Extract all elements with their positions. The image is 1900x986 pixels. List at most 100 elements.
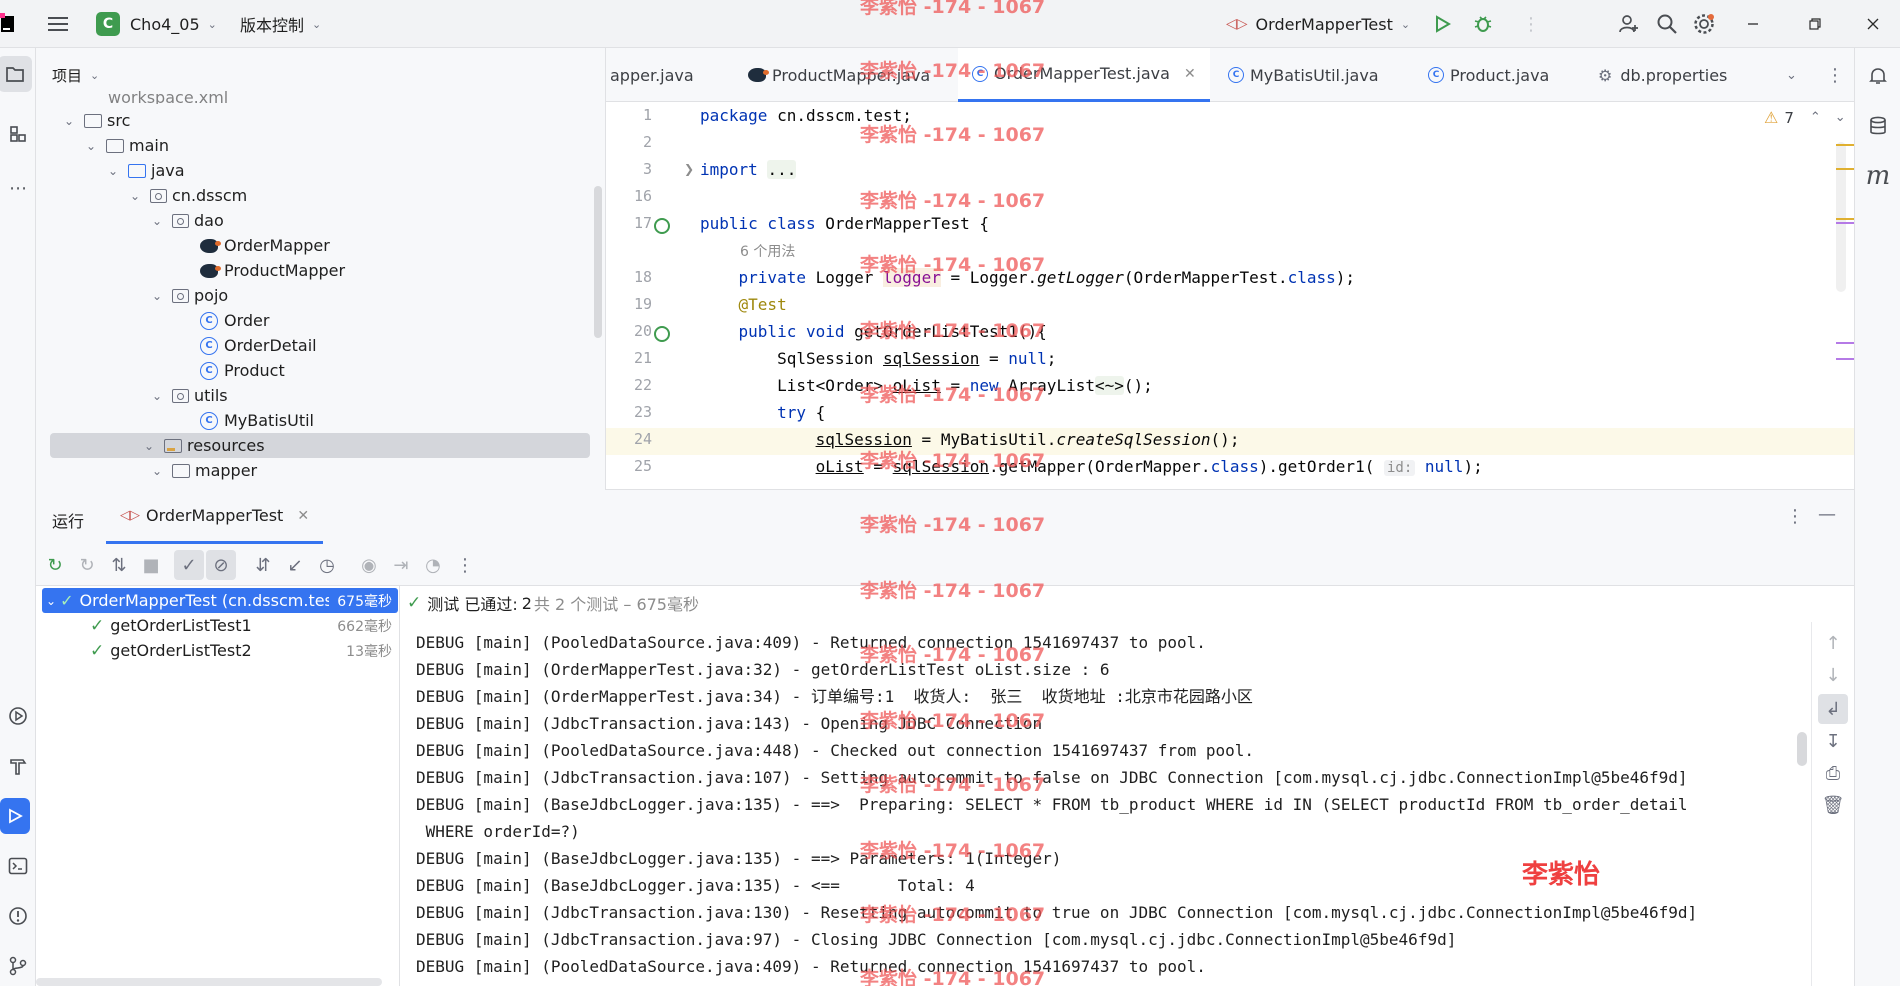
project-tool-icon[interactable] [0, 56, 32, 92]
problems-tool-icon[interactable] [0, 898, 36, 934]
scroll-to-end-icon[interactable]: ↧ [1818, 726, 1848, 756]
run-toolbar: ↻ ↻ ⇅ ■ ✓ ⊘ ⇵ ↙ ◷ ◉ ⇥ ◔ ⋮ [36, 544, 1854, 586]
run-button[interactable] [1432, 0, 1452, 48]
console-panel[interactable]: ✓ 测试 已通过: 2 共 2 个测试 – 675毫秒 DEBUG [main]… [401, 586, 1854, 986]
class-icon: C [200, 361, 218, 380]
tree-item-pojo[interactable]: ⌄ pojo [150, 283, 228, 308]
main-menu-icon[interactable] [46, 0, 70, 48]
tree-item-workspace[interactable]: workspace.xml [108, 90, 228, 104]
hide-panel-icon[interactable]: — [1818, 504, 1836, 525]
structure-tool-icon[interactable] [0, 116, 36, 152]
services-tool-icon[interactable] [0, 698, 36, 734]
run-panel-title: 运行 [52, 512, 85, 531]
minimize-icon[interactable] [1746, 0, 1760, 48]
git-tool-icon[interactable] [0, 948, 36, 984]
chevron-up-icon[interactable]: ⌃ [1810, 110, 1821, 125]
close-icon[interactable] [1866, 0, 1880, 48]
import-tests-icon[interactable]: ⇥ [386, 550, 416, 580]
history-clock-icon[interactable]: ◷ [312, 550, 342, 580]
status-count: 2 [521, 593, 532, 613]
tab-ordermappertest-java[interactable]: C OrderMapperTest.java ✕ [958, 48, 1210, 102]
show-ignored-icon[interactable]: ⊘ [206, 550, 236, 580]
code-line-3: import ... [700, 160, 797, 179]
chevron-down-icon[interactable]: ⌄ [1835, 110, 1846, 125]
show-passed-icon[interactable]: ✓ [174, 550, 204, 580]
run-tool-icon[interactable] [0, 798, 30, 834]
tree-item-resources[interactable]: ⌄ resources [50, 433, 590, 458]
restore-icon[interactable] [1808, 0, 1822, 48]
tree-item-main[interactable]: ⌄ main [84, 133, 169, 158]
arrow-up-icon[interactable]: ↑ [1818, 628, 1848, 658]
database-tool-icon[interactable] [1860, 108, 1896, 144]
arrow-down-icon[interactable]: ↓ [1818, 660, 1848, 690]
toggle-auto-test-icon[interactable]: ⇅ [104, 550, 134, 580]
tree-item-label: pojo [194, 286, 229, 305]
toolbar-more-icon[interactable]: ⋮ [450, 550, 480, 580]
print-icon[interactable]: ⎙ [1818, 758, 1848, 788]
inspection-widget[interactable]: ⚠ 7 ⌃ ⌄ [1764, 108, 1846, 127]
tree-item-orderdetail[interactable]: C OrderDetail [194, 333, 317, 358]
console-scrollbar[interactable] [1797, 732, 1807, 766]
tree-item-mapper-folder[interactable]: ⌄ mapper [150, 458, 257, 483]
fold-chevron-icon[interactable]: ❯ [684, 162, 694, 176]
tree-item-productmapper[interactable]: ProductMapper [194, 258, 345, 283]
rerun-failed-icon[interactable]: ↻ [72, 550, 102, 580]
run-panel-more-icon[interactable]: ⋮ [1786, 506, 1804, 527]
camera-icon[interactable]: ◉ [354, 550, 384, 580]
tree-item-cn-dsscm[interactable]: ⌄ cn.dsscm [128, 183, 247, 208]
close-tab-icon[interactable]: ✕ [297, 508, 309, 524]
add-user-icon[interactable] [1618, 0, 1640, 48]
tree-item-label: Product [224, 361, 285, 380]
code-editor[interactable]: 1 2 3 16 17 18 19 20 21 22 23 24 25 ❯ pa… [606, 102, 1854, 490]
stop-icon[interactable]: ■ [136, 550, 166, 580]
tab-db-properties[interactable]: ⚙ db.properties [1598, 48, 1727, 102]
test-row-suite[interactable]: ⌄ ✓ OrderMapperTest (cn.dsscm.tes 675毫秒 [42, 588, 398, 613]
tabs-dropdown-icon[interactable]: ⌄ [1786, 48, 1797, 102]
tab-run-config[interactable]: ◁▷ OrderMapperTest ✕ [106, 490, 324, 544]
tree-item-dao[interactable]: ⌄ dao [150, 208, 224, 233]
close-tab-icon[interactable]: ✕ [1184, 66, 1196, 82]
tree-item-java[interactable]: ⌄ java [106, 158, 185, 183]
tree-item-label: OrderMapper [224, 236, 330, 255]
editor-scrollbar[interactable] [1836, 142, 1846, 292]
build-hammer-icon[interactable] [0, 748, 36, 784]
project-selector[interactable]: C Cho4_05 ⌄ [96, 0, 217, 48]
tab-product-java[interactable]: C Product.java [1422, 48, 1549, 102]
run-test-gutter-icon[interactable] [654, 326, 670, 342]
sort-by-duration-icon[interactable]: ↙ [280, 550, 310, 580]
run-config-selector[interactable]: ◁▷ OrderMapperTest ⌄ [1226, 0, 1410, 48]
vcs-menu[interactable]: 版本控制 ⌄ [240, 0, 321, 48]
code-line-18: private Logger logger = Logger.getLogger… [738, 268, 1356, 287]
project-scrollbar[interactable] [594, 186, 602, 338]
line-number: 24 [633, 430, 652, 448]
sort-alphabetically-icon[interactable]: ⇵ [248, 550, 278, 580]
test-row-getorderlisttest2[interactable]: ✓ getOrderListTest2 13毫秒 [90, 638, 398, 663]
more-tools-icon[interactable]: ⋯ [0, 170, 36, 206]
debug-button[interactable] [1472, 0, 1494, 48]
usage-hint[interactable]: 6 个用法 [740, 238, 795, 264]
folded-imports[interactable]: ... [767, 160, 797, 179]
tree-item-mybatisutil[interactable]: C MyBatisUtil [194, 408, 314, 433]
tree-item-src[interactable]: ⌄ src [62, 108, 130, 133]
search-icon[interactable] [1656, 0, 1678, 48]
maven-tool-icon[interactable]: m [1860, 158, 1896, 194]
tree-item-utils[interactable]: ⌄ utils [150, 383, 228, 408]
tree-item-order[interactable]: C Order [194, 308, 269, 333]
tabs-more-icon[interactable]: ⋮ [1826, 48, 1844, 102]
settings-gear-icon[interactable] [1692, 0, 1716, 48]
tree-item-ordermapper[interactable]: OrderMapper [194, 233, 330, 258]
rerun-icon[interactable]: ↻ [40, 550, 70, 580]
test-row-getorderlisttest1[interactable]: ✓ getOrderListTest1 662毫秒 [90, 613, 398, 638]
soft-wrap-icon[interactable]: ↲ [1818, 694, 1848, 724]
tree-item-product[interactable]: C Product [194, 358, 285, 383]
tab-productmapper-java[interactable]: ProductMapper.java [742, 48, 930, 102]
more-icon[interactable]: ⋮ [1522, 0, 1540, 48]
notifications-bell-icon[interactable] [1860, 58, 1896, 94]
trash-icon[interactable]: 🗑 [1818, 790, 1848, 820]
run-test-gutter-icon[interactable] [654, 218, 670, 234]
tab-mybatisutil-java[interactable]: C MyBatisUtil.java [1222, 48, 1379, 102]
test-tree-scrollbar[interactable] [36, 978, 382, 986]
terminal-tool-icon[interactable] [0, 848, 36, 884]
coverage-gauge-icon[interactable]: ◔ [418, 550, 448, 580]
tab-mapper-java[interactable]: apper.java [610, 48, 694, 102]
